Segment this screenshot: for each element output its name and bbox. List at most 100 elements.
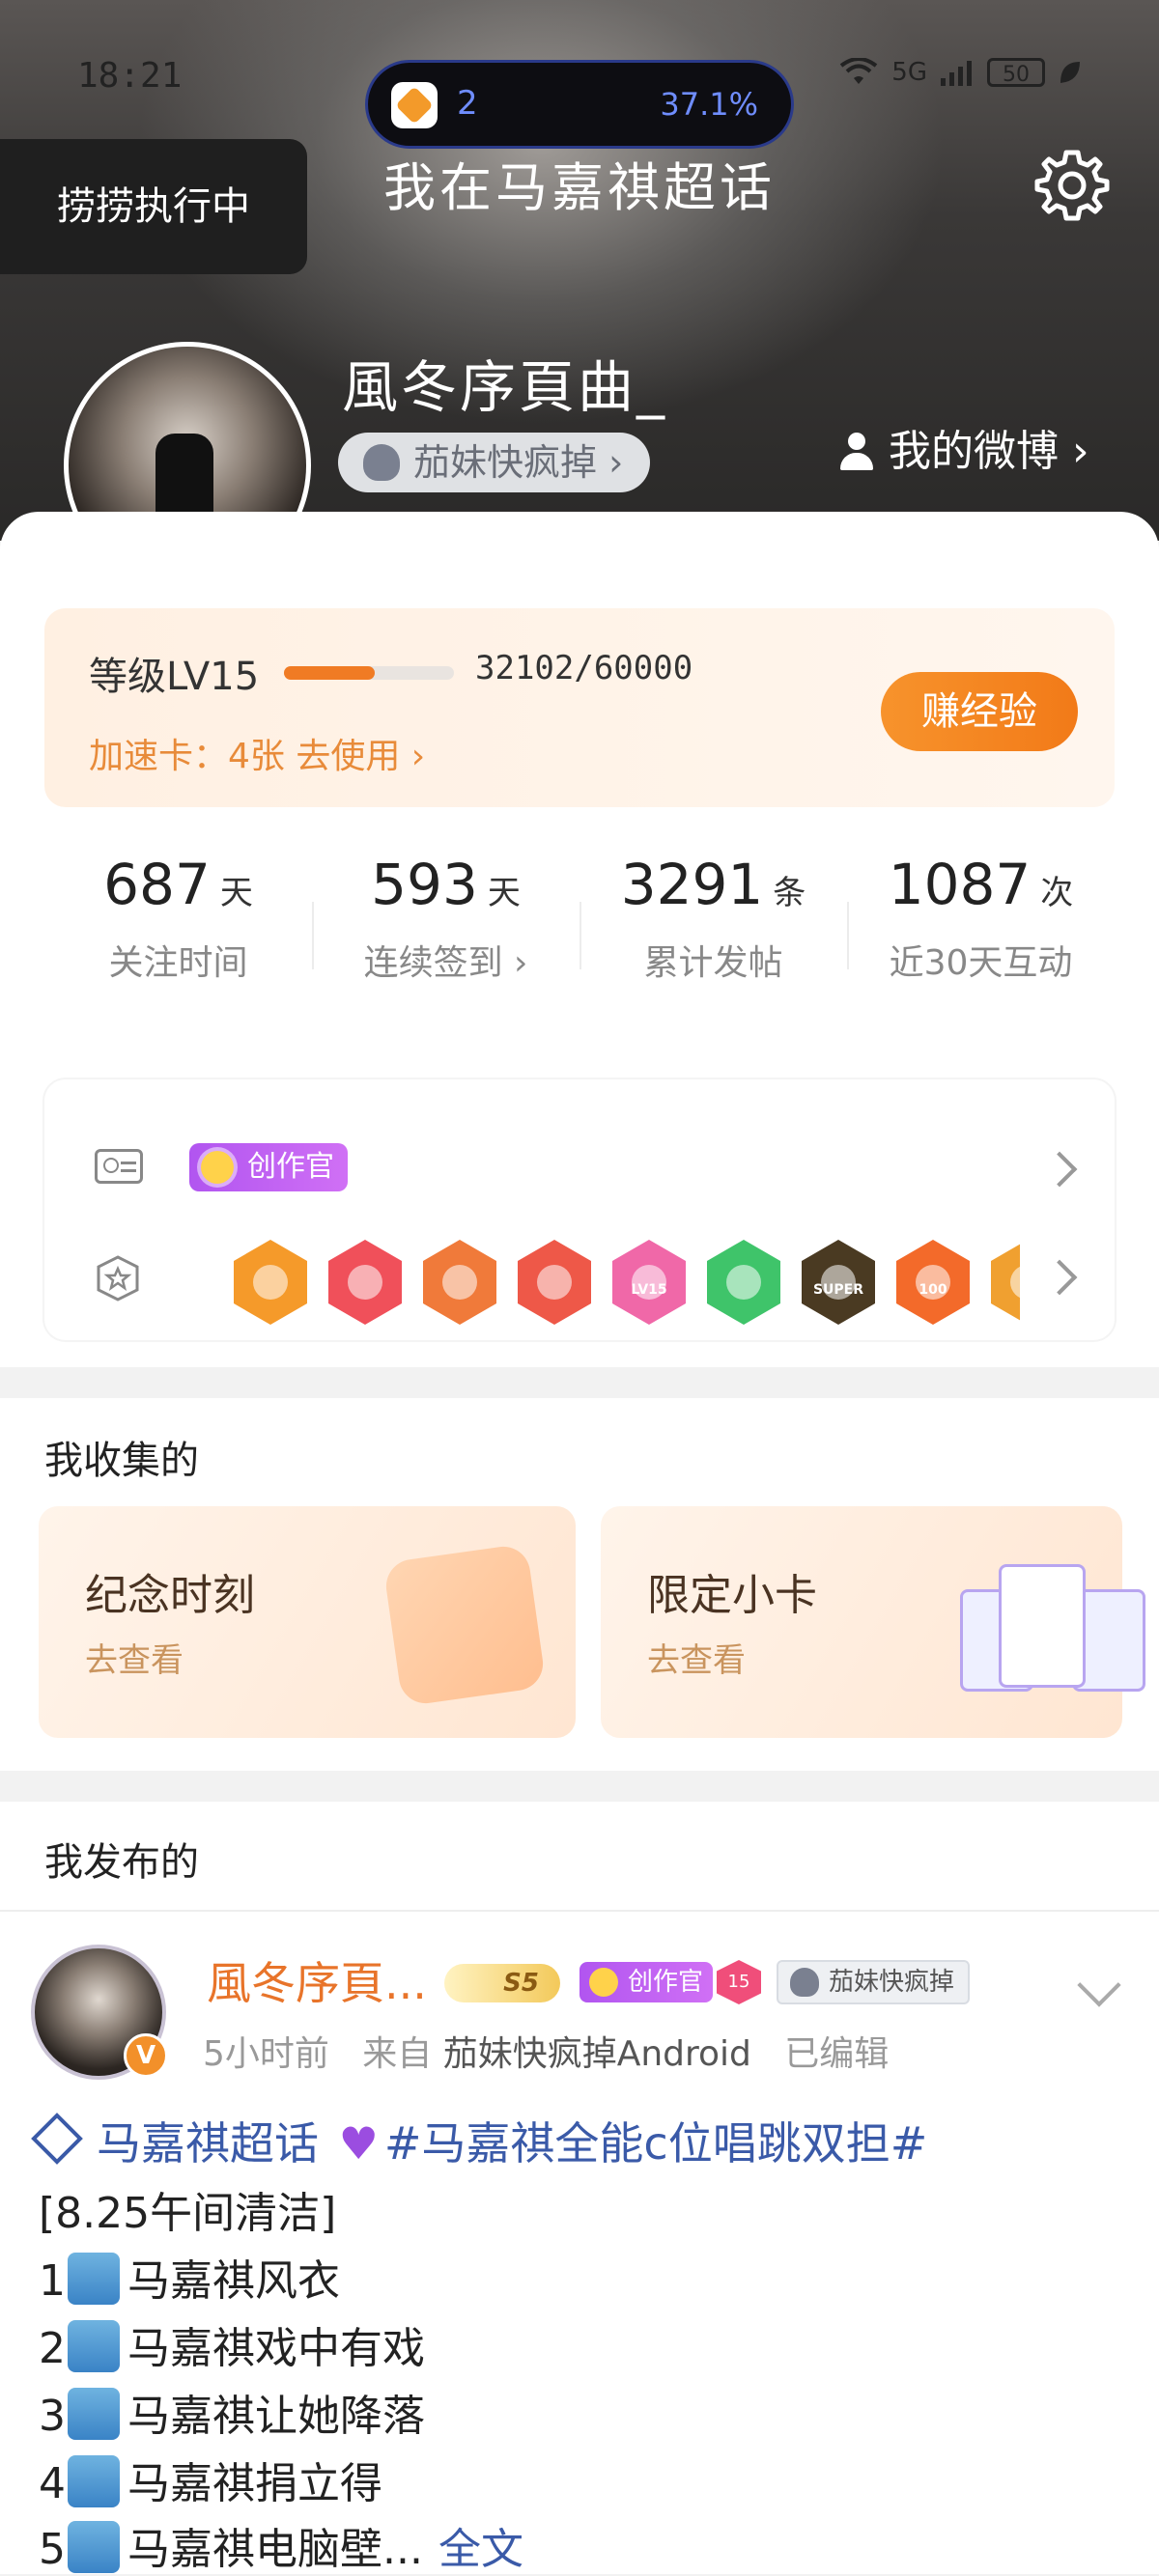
keycap-icon	[68, 2388, 120, 2440]
card-limited-cards[interactable]: 限定小卡 去查看	[601, 1506, 1145, 1738]
stat-label: 近30天互动	[889, 943, 1073, 983]
chevron-right-icon[interactable]	[1041, 1259, 1078, 1296]
section-title: 我收集的	[44, 1439, 199, 1483]
medal-badge[interactable]	[518, 1240, 591, 1325]
page-title: 我在马嘉祺超话	[383, 157, 776, 218]
fan-tag-label: 茄妹快疯掉	[413, 441, 598, 484]
medal-badge[interactable]	[234, 1240, 307, 1325]
medal-badge[interactable]	[707, 1240, 780, 1325]
level-badge: S5	[444, 1964, 560, 2002]
stat-unit: 条	[773, 874, 806, 912]
collected-section: 我收集的 纪念时刻 去查看 限定小卡 去查看	[0, 1398, 1159, 1771]
keycap-icon	[68, 2521, 120, 2573]
level-hex-badge: 15	[717, 1960, 761, 2004]
verified-badge-icon: V	[124, 2033, 168, 2078]
person-icon	[838, 433, 875, 471]
badge-card: 创作官 LV15 SUPER 100	[44, 1079, 1115, 1340]
medal-label: 100	[919, 1282, 947, 1298]
section-title: 我发布的	[44, 1840, 199, 1885]
card-title: 纪念时刻	[85, 1571, 255, 1620]
stat-follow-time: 687 天 关注时间	[44, 834, 312, 1031]
stat-interactions: 1087 次 近30天互动	[847, 834, 1115, 1031]
earn-exp-button[interactable]: 赚经验	[881, 672, 1078, 751]
published-section: 我发布的 V 風冬序頁... S5 创作官 15 茄妹快疯掉 5小时前 来自 茄…	[0, 1802, 1159, 2574]
stats-row: 687 天 关注时间 593 天 连续签到 › 3291 条 累计发帖 1087 次 近…	[44, 834, 1115, 1031]
creator-badge[interactable]: 创作官	[189, 1143, 348, 1191]
fan-tag-label: 茄妹快疯掉	[829, 1968, 955, 1997]
my-weibo-link[interactable]: 我的微博 ›	[838, 423, 1089, 481]
creator-badge: 创作官	[580, 1962, 714, 2002]
battery-icon: 50	[987, 58, 1045, 87]
line-number: 5	[39, 2525, 66, 2574]
line-number: 2	[39, 2324, 66, 2373]
purple-heart-icon: ♥	[338, 2117, 379, 2170]
speed-card-label: 加速卡：4张 去使用	[89, 737, 401, 776]
stat-unit: 次	[1040, 874, 1074, 912]
chevron-right-icon[interactable]	[1041, 1151, 1078, 1188]
post-line: 3 马嘉祺让她降落	[39, 2381, 425, 2443]
medal-badge[interactable]	[328, 1240, 402, 1325]
level-progress-text: 32102/60000	[475, 649, 693, 687]
line-number: 1	[39, 2256, 66, 2306]
username: 風冬序頁曲_	[342, 354, 668, 420]
topic-label: 马嘉祺超话	[97, 2117, 319, 2170]
calendar-icon	[382, 1543, 547, 1707]
medal-badge[interactable]: SUPER	[802, 1240, 875, 1325]
planet-icon	[589, 1968, 618, 1997]
chevron-down-icon[interactable]	[1077, 1963, 1121, 2007]
keycap-icon	[68, 2320, 120, 2372]
medal-list[interactable]: LV15 SUPER 100	[189, 1224, 1020, 1330]
level-card: 等级LV15 32102/60000 加速卡：4张 去使用 › 赚经验	[44, 608, 1115, 807]
medal-label: SUPER	[812, 1282, 864, 1298]
post-topic[interactable]: 马嘉祺超话 ♥ #马嘉祺全能c位唱跳双担#	[31, 2109, 927, 2172]
status-time: 18:21	[77, 56, 183, 96]
stat-value: 1087	[888, 852, 1032, 917]
speed-card-link[interactable]: 加速卡：4张 去使用 ›	[89, 728, 425, 778]
status-bar: 18:21 2 37.1% 5G 50	[0, 35, 1159, 149]
level-progress-bar	[284, 666, 454, 680]
hashtag[interactable]: #马嘉祺全能c位唱跳双担#	[384, 2117, 927, 2170]
post-line: 5 马嘉祺电脑壁... 全文	[39, 2514, 523, 2576]
full-text-link[interactable]: 全文	[438, 2525, 523, 2574]
keycap-icon	[68, 2253, 120, 2305]
card-action: 去查看	[647, 1641, 746, 1680]
line-text: 马嘉祺捐立得	[127, 2459, 382, 2508]
line-text: 马嘉祺电脑壁...	[127, 2525, 423, 2574]
post-source-prefix: 来自	[362, 2034, 433, 2074]
stat-checkin[interactable]: 593 天 连续签到 ›	[312, 834, 580, 1031]
live-activity-pill[interactable]: 2 37.1%	[365, 60, 794, 149]
settings-gear-icon[interactable]	[1033, 147, 1111, 224]
card-action: 去查看	[85, 1641, 184, 1680]
divider	[0, 1910, 1159, 1912]
fan-tag[interactable]: 茄妹快疯掉 ›	[338, 433, 651, 492]
medal-badge[interactable]: LV15	[612, 1240, 686, 1325]
post-line: 1 马嘉祺风衣	[39, 2246, 340, 2308]
post-author[interactable]: 風冬序頁...	[207, 1948, 427, 2012]
stat-label: 关注时间	[108, 943, 248, 983]
post-time: 5小时前	[203, 2034, 329, 2074]
fan-tag: 茄妹快疯掉	[777, 1960, 971, 2004]
post-line: 2 马嘉祺戏中有戏	[39, 2313, 425, 2375]
diamond-icon	[31, 2113, 83, 2165]
stat-unit: 天	[487, 874, 521, 912]
level-progress-fill	[284, 666, 376, 680]
level-label: 等级LV15	[89, 655, 260, 699]
signal-icon	[941, 61, 972, 86]
system-icons: 5G 50	[839, 58, 1082, 87]
photocard-icon	[999, 1564, 1086, 1688]
wifi-icon	[840, 58, 878, 84]
card-memorial-moments[interactable]: 纪念时刻 去查看	[39, 1506, 576, 1738]
stat-unit: 天	[219, 874, 253, 912]
leaf-icon	[1060, 62, 1080, 83]
medal-badge[interactable]	[991, 1240, 1020, 1325]
creator-badge-label: 创作官	[247, 1150, 334, 1184]
medal-label: LV15	[631, 1282, 667, 1298]
medal-badge[interactable]: 100	[896, 1240, 970, 1325]
medal-badge[interactable]	[423, 1240, 496, 1325]
id-card-icon	[95, 1149, 143, 1184]
line-text: 马嘉祺风衣	[127, 2256, 340, 2306]
network-label: 5G	[891, 58, 927, 87]
live-activity-count: 2	[457, 84, 478, 123]
post-line: 4 马嘉祺捐立得	[39, 2449, 382, 2510]
live-activity-percent: 37.1%	[660, 86, 758, 123]
